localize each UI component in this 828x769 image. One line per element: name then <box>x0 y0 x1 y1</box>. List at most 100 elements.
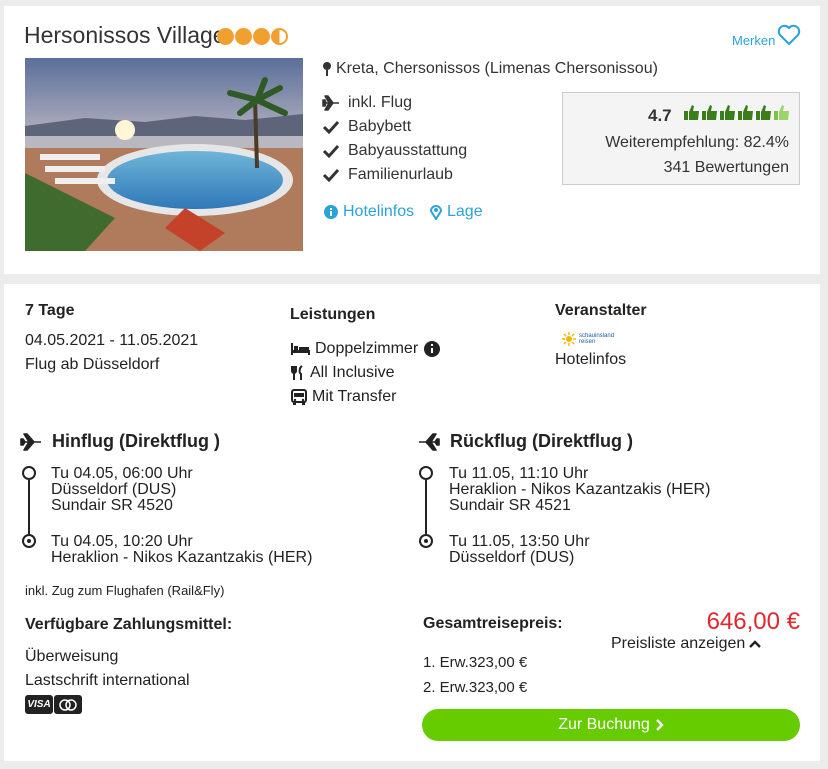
plane-icon <box>322 95 339 111</box>
inbound-dep-time: Tu 11.05, 11:10 Uhr <box>449 465 589 482</box>
bed-icon <box>291 343 310 355</box>
service-item: Mit Transfer <box>290 388 396 406</box>
star-icon <box>253 28 270 45</box>
sun-icon <box>562 332 576 346</box>
operator-hotelinfos-link[interactable]: Hotelinfos <box>555 351 626 369</box>
chevron-up-icon <box>749 640 762 648</box>
feature-label: Babybett <box>348 118 412 135</box>
rating-recommendation: Weiterempfehlung: 82.4% <box>605 134 789 151</box>
price-line: 2. Erw.323,00 € <box>423 679 528 696</box>
chevron-right-icon <box>655 719 664 731</box>
payment-title: Verfügbare Zahlungsmittel: <box>25 616 233 633</box>
inbound-arr-time: Tu 11.05, 13:50 Uhr <box>449 533 590 550</box>
feature-item: Babybett <box>322 118 411 136</box>
payment-method: Überweisung <box>25 648 119 665</box>
timeline-line <box>425 480 427 534</box>
hotel-photo[interactable] <box>25 58 303 251</box>
payment-cards: VISA <box>25 695 82 714</box>
book-button[interactable]: Zur Buchung <box>422 709 800 741</box>
lage-link[interactable]: Lage <box>430 203 483 221</box>
mastercard-icon <box>54 695 82 714</box>
hotel-location: Kreta, Chersonissos (Limenas Chersonisso… <box>322 60 658 78</box>
price-line: 1. Erw.323,00 € <box>423 654 528 671</box>
visa-icon: VISA <box>25 695 53 714</box>
check-icon <box>322 168 340 182</box>
inbound-title: Rückflug (Direktflug ) <box>450 431 633 451</box>
check-icon <box>322 144 340 158</box>
total-price-label: Gesamtreisepreis: <box>423 615 563 632</box>
outbound-arr-time: Tu 04.05, 10:20 Uhr <box>51 533 193 550</box>
operator-logo-line2: reisen <box>579 339 596 345</box>
inbound-header: Rückflug (Direktflug ) <box>418 431 633 452</box>
rail-fly-note: inkl. Zug zum Flughafen (Rail&Fly) <box>25 583 225 598</box>
heart-icon[interactable] <box>777 24 801 51</box>
rating-score: 4.7 <box>648 106 672 125</box>
info-icon <box>324 205 338 219</box>
service-label: Mit Transfer <box>312 388 397 405</box>
outbound-header: Hinflug (Direktflug ) <box>20 431 220 452</box>
feature-label: Babyausstattung <box>348 142 468 159</box>
operator-title: Veranstalter <box>555 302 647 319</box>
thumb-up-icon <box>684 105 699 120</box>
payment-method: Lastschrift international <box>25 672 190 689</box>
thumb-up-icon <box>738 105 753 120</box>
feature-label: Familienurlaub <box>348 166 453 183</box>
check-icon <box>322 120 340 134</box>
merken-link[interactable]: Merken <box>732 33 775 48</box>
hotel-stars <box>217 28 288 45</box>
outbound-arr-airport: Heraklion - Nikos Kazantzakis (HER) <box>51 549 313 566</box>
services-title: Leistungen <box>290 306 376 323</box>
inbound-arr-airport: Düsseldorf (DUS) <box>449 549 575 566</box>
book-button-label: Zur Buchung <box>558 716 650 733</box>
arrival-marker <box>419 534 433 548</box>
rating-box[interactable]: 4.7 Weiterempfehlung: 82.4% 341 Bewertun… <box>562 92 800 185</box>
service-label: All Inclusive <box>310 364 395 381</box>
thumb-up-icon <box>756 105 771 120</box>
operator-logo: schauinsland reisen <box>562 332 614 346</box>
map-pin-icon <box>430 205 442 220</box>
hotelinfos-link[interactable]: Hotelinfos <box>324 203 414 221</box>
hotel-card: Hersonissos Village Merken Kreta, Cherso… <box>4 6 820 274</box>
outbound-flight-number: Sundair SR 4520 <box>51 497 173 514</box>
outbound-dep-airport: Düsseldorf (DUS) <box>51 481 177 498</box>
rating-reviews: 341 Bewertungen <box>663 159 789 176</box>
departure-marker <box>419 466 433 480</box>
thumb-up-icon <box>702 105 717 120</box>
star-icon <box>217 28 234 45</box>
arrival-marker <box>22 534 36 548</box>
rating-thumbs <box>683 104 790 121</box>
service-item: Doppelzimmer <box>290 340 441 358</box>
location-text: Kreta, Chersonissos (Limenas Chersonisso… <box>336 60 658 77</box>
cutlery-icon <box>291 365 303 380</box>
inbound-flight-number: Sundair SR 4521 <box>449 497 571 514</box>
plane-icon <box>20 432 41 451</box>
half-star-icon <box>271 28 288 45</box>
offer-card: 7 Tage 04.05.2021 - 11.05.2021 Flug ab D… <box>4 284 820 761</box>
service-label: Doppelzimmer <box>315 340 419 357</box>
inbound-dep-airport: Heraklion - Nikos Kazantzakis (HER) <box>449 481 711 498</box>
info-icon[interactable] <box>424 341 441 357</box>
trip-duration: 7 Tage <box>25 302 75 319</box>
feature-label: inkl. Flug <box>348 94 413 111</box>
lage-label: Lage <box>447 203 483 220</box>
price-list-toggle[interactable]: Preisliste anzeigen <box>611 635 762 653</box>
hotel-name[interactable]: Hersonissos Village <box>24 22 226 49</box>
feature-item: inkl. Flug <box>322 94 412 112</box>
service-item: All Inclusive <box>290 364 394 382</box>
timeline-line <box>28 480 30 534</box>
departure-marker <box>22 466 36 480</box>
star-icon <box>235 28 252 45</box>
outbound-dep-time: Tu 04.05, 06:00 Uhr <box>51 465 193 482</box>
bus-icon <box>291 389 307 405</box>
price-list-label: Preisliste anzeigen <box>611 635 746 652</box>
plane-icon <box>419 432 440 451</box>
feature-item: Babyausstattung <box>322 142 467 160</box>
thumb-up-icon <box>720 105 735 120</box>
map-pin-icon <box>323 62 331 76</box>
total-price: 646,00 € <box>706 608 800 635</box>
trip-departure: Flug ab Düsseldorf <box>25 356 160 373</box>
feature-item: Familienurlaub <box>322 166 453 184</box>
outbound-title: Hinflug (Direktflug ) <box>52 431 220 451</box>
hotelinfos-label: Hotelinfos <box>343 203 415 220</box>
trip-dates: 04.05.2021 - 11.05.2021 <box>25 332 199 349</box>
